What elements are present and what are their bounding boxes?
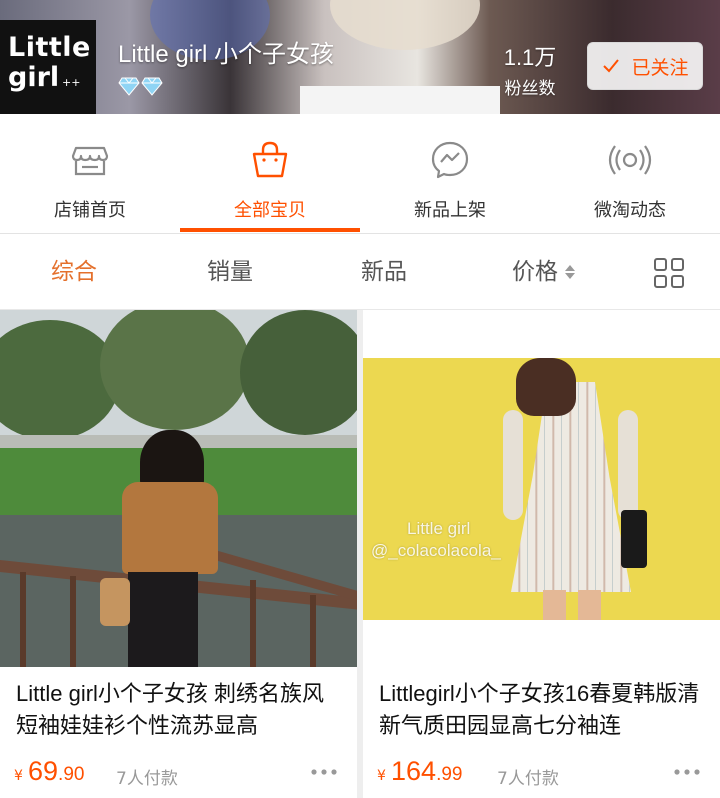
price-row: ¥ 164.99 7人付款 <box>377 756 712 792</box>
photo-person-legs <box>543 590 601 620</box>
price-value: 164.99 <box>391 756 462 787</box>
photo-post <box>20 572 26 667</box>
sort-price[interactable]: 价格 <box>494 234 594 310</box>
sort-arrows-icon <box>565 265 575 279</box>
sort-bar: 综合 销量 新品 价格 <box>0 234 720 310</box>
grid-view-icon[interactable] <box>652 256 686 290</box>
sort-new[interactable]: 新品 <box>330 234 438 310</box>
product-grid: Little girl小个子女孩 刺绣名族风短袖娃娃衫个性流苏显高 ¥ 69.9… <box>0 310 720 798</box>
storefront-icon <box>71 146 109 176</box>
shop-page: Little girl ++ Little girl 小个子女孩 1.1万 粉丝… <box>0 0 720 798</box>
product-title[interactable]: Littlegirl小个子女孩16春夏韩版清新气质田园显高七分袖连 <box>379 678 709 742</box>
more-dots-icon[interactable] <box>672 762 702 782</box>
watermark-line1: Little girl <box>407 519 471 538</box>
shop-name[interactable]: Little girl 小个子女孩 <box>118 34 334 69</box>
nav-label: 新品上架 <box>414 200 486 221</box>
sort-sales[interactable]: 销量 <box>176 234 284 310</box>
fans-counter: 1.1万 粉丝数 <box>500 40 560 99</box>
follow-button[interactable]: 已关注 <box>587 42 703 90</box>
product-image[interactable] <box>0 310 357 667</box>
nav-label: 全部宝贝 <box>234 200 306 221</box>
price-decimal: .90 <box>58 764 85 785</box>
logo-text-line1: Little <box>8 32 91 63</box>
photo-person-top <box>122 482 218 574</box>
banner-hat <box>330 0 480 50</box>
nav-item-store-home[interactable]: 店铺首页 <box>0 114 180 234</box>
watermark-line2: @_colacolacola_ <box>371 541 501 560</box>
photo-watermark: Little girl @_colacolacola_ <box>371 518 501 562</box>
price-currency: ¥ <box>377 768 386 784</box>
price-integer: 69 <box>28 756 59 786</box>
price-decimal: .99 <box>436 764 463 785</box>
photo-bag <box>100 578 130 626</box>
nav-item-weitao[interactable]: 微淘动态 <box>540 114 720 234</box>
price-row: ¥ 69.90 7人付款 <box>14 756 349 792</box>
follow-label: 已关注 <box>631 56 689 79</box>
sort-comprehensive[interactable]: 综合 <box>20 234 128 310</box>
logo-mark: ++ <box>62 76 81 89</box>
photo-person-hair <box>516 358 576 416</box>
nav-label: 店铺首页 <box>54 200 126 221</box>
logo-text-line2: girl <box>8 62 60 93</box>
product-title[interactable]: Little girl小个子女孩 刺绣名族风短袖娃娃衫个性流苏显高 <box>16 678 346 742</box>
fans-label: 粉丝数 <box>504 79 556 99</box>
product-card[interactable]: Little girl @_colacolacola_ Littlegirl小个… <box>363 310 720 798</box>
product-image[interactable]: Little girl @_colacolacola_ <box>363 310 720 667</box>
nav-active-indicator <box>180 228 360 232</box>
banner-shirt <box>300 86 500 114</box>
price-value: 69.90 <box>28 756 84 787</box>
photo-person-arm <box>618 410 638 520</box>
photo-post <box>70 576 76 667</box>
nav-label: 微淘动态 <box>594 200 666 221</box>
fans-count: 1.1万 <box>503 45 557 70</box>
diamond-icon <box>118 77 140 96</box>
sort-price-label: 价格 <box>512 259 558 285</box>
broadcast-icon <box>608 145 652 175</box>
photo-post <box>250 580 256 667</box>
diamond-icon <box>141 77 163 96</box>
photo-bottom-margin <box>363 620 720 667</box>
nav-item-all-items[interactable]: 全部宝贝 <box>180 114 360 234</box>
sales-count: 7人付款 <box>116 769 178 789</box>
sales-count: 7人付款 <box>497 769 559 789</box>
photo-bag <box>621 510 647 568</box>
photo-person-arm <box>503 410 523 520</box>
photo-top-margin <box>363 310 720 358</box>
photo-post <box>310 595 316 667</box>
nav-item-new-arrivals[interactable]: 新品上架 <box>360 114 540 234</box>
new-arrival-chat-icon <box>431 141 469 179</box>
price-currency: ¥ <box>14 768 23 784</box>
check-icon <box>603 59 620 73</box>
shop-rating[interactable] <box>118 76 163 96</box>
more-dots-icon[interactable] <box>309 762 339 782</box>
product-card[interactable]: Little girl小个子女孩 刺绣名族风短袖娃娃衫个性流苏显高 ¥ 69.9… <box>0 310 357 798</box>
photo-person-pants <box>128 572 198 667</box>
shop-nav: 店铺首页 全部宝贝 新品上架 微淘动态 <box>0 114 720 234</box>
shop-header: Little girl ++ Little girl 小个子女孩 1.1万 粉丝… <box>0 0 720 114</box>
price-integer: 164 <box>391 756 437 786</box>
shopping-bag-icon <box>252 141 288 178</box>
shop-logo[interactable]: Little girl ++ <box>0 20 96 114</box>
